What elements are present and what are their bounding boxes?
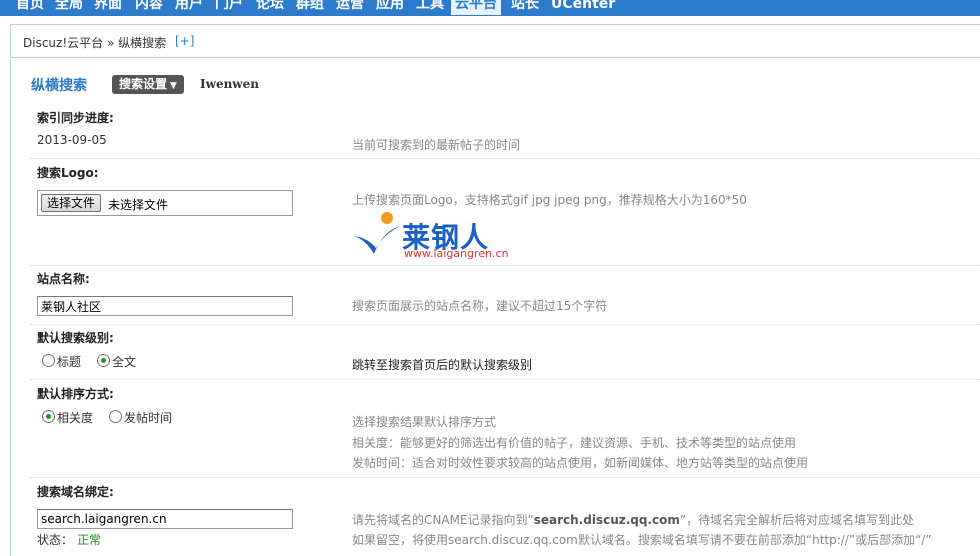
domain-tip-1-post: ”，待域名完全解析后将对应域名填写到此处 xyxy=(679,513,915,527)
page-title[interactable]: 纵横搜索 xyxy=(31,75,87,95)
nav-tab-ucenter[interactable]: UCenter xyxy=(547,0,619,15)
breadcrumb: Discuz!云平台 » 纵横搜索 xyxy=(23,36,167,50)
sort-label: 默认排序方式: xyxy=(37,387,114,401)
search-level-radio-group: 标题 全文 xyxy=(42,353,342,370)
nav-tab-global[interactable]: 全局 xyxy=(51,0,87,15)
domain-tip-1-host: search.discuz.qq.com xyxy=(533,513,680,527)
logo-label: 搜索Logo: xyxy=(37,166,99,180)
site-name-tip: 搜索页面展示的站点名称，建议不超过15个字符 xyxy=(352,299,608,313)
file-status: 未选择文件 xyxy=(108,198,169,212)
search-level-tip: 跳转至搜索首页后的默认搜索级别 xyxy=(352,358,533,372)
sort-tip-2: 相关度：能够更好的筛选出有价值的帖子，建议资源、手机、技术等类型的站点使用 xyxy=(352,436,797,450)
search-level-title-label[interactable]: 标题 xyxy=(57,353,81,370)
sort-time-label[interactable]: 发帖时间 xyxy=(124,409,172,426)
nav-tab-forum[interactable]: 论坛 xyxy=(252,0,288,15)
nav-tab-cloud[interactable]: 云平台 xyxy=(451,0,501,15)
settings-menu-label: 搜索设置 xyxy=(119,77,168,91)
progress-tip: 当前可搜索到的最新帖子的时间 xyxy=(352,138,521,152)
divider xyxy=(30,158,980,159)
sort-relevance-radio[interactable] xyxy=(42,410,55,423)
logo-tip: 上传搜索页面Logo，支持格式gif jpg jpeg png，推荐规格大小为1… xyxy=(352,193,747,207)
domain-input[interactable] xyxy=(37,509,293,529)
add-shortcut-link[interactable]: [+] xyxy=(175,34,194,48)
site-name-label: 站点名称: xyxy=(37,272,90,286)
progress-value: 2013-09-05 xyxy=(37,133,107,147)
sort-tip-1: 选择搜索结果默认排序方式 xyxy=(352,415,497,429)
domain-label: 搜索域名绑定: xyxy=(37,485,114,499)
top-nav: 首页 全局 界面 内容 用户 门户 论坛 群组 运营 应用 工具 云平台 站长 … xyxy=(0,0,980,16)
logo-mark-icon xyxy=(354,212,400,254)
nav-tab-home[interactable]: 首页 xyxy=(12,0,48,15)
site-logo-preview: 莱钢人 www.laigangren.cn xyxy=(352,210,522,260)
breadcrumb-bar: Discuz!云平台 » 纵横搜索 [+] xyxy=(10,24,980,58)
choose-file-button[interactable]: 选择文件 xyxy=(41,194,102,212)
search-level-title-radio[interactable] xyxy=(42,354,55,367)
nav-tab-webmaster[interactable]: 站长 xyxy=(507,0,543,15)
domain-tip-1: 请先将域名的CNAME记录指向到“search.discuz.qq.com”，待… xyxy=(352,511,914,528)
nav-tab-tools[interactable]: 工具 xyxy=(412,0,448,15)
sort-tip-3: 发帖时间：适合对时效性要求较高的站点使用，如新闻媒体、地方站等类型的站点使用 xyxy=(352,456,809,470)
domain-tip-2: 如果留空，将使用search.discuz.qq.com默认域名。搜索域名填写请… xyxy=(352,533,932,547)
search-level-label: 默认搜索级别: xyxy=(37,331,114,345)
divider xyxy=(30,265,980,266)
domain-status-value: 正常 xyxy=(77,533,102,547)
divider xyxy=(30,324,980,325)
divider xyxy=(30,477,980,478)
sort-radio-group: 相关度 发帖时间 xyxy=(42,409,342,426)
nav-tab-apps[interactable]: 应用 xyxy=(372,0,408,15)
nav-tab-operation[interactable]: 运营 xyxy=(332,0,368,15)
domain-status-label: 状态： xyxy=(37,533,74,547)
search-level-fulltext-label[interactable]: 全文 xyxy=(112,353,136,370)
logo-file-input[interactable]: 选择文件 未选择文件 xyxy=(37,190,293,216)
site-name-input[interactable] xyxy=(37,296,293,316)
settings-menu-button[interactable]: 搜索设置 ▼ xyxy=(112,75,184,94)
logo-url: www.laigangren.cn xyxy=(404,247,509,260)
nav-tab-interface[interactable]: 界面 xyxy=(90,0,126,15)
nav-tab-portal[interactable]: 门户 xyxy=(211,0,247,15)
nav-tab-content[interactable]: 内容 xyxy=(131,0,167,15)
progress-label: 索引同步进度: xyxy=(37,111,114,125)
iwenwen-link[interactable]: Iwenwen xyxy=(200,77,259,91)
nav-tab-users[interactable]: 用户 xyxy=(171,0,207,15)
divider xyxy=(30,379,980,380)
domain-tip-1-pre: 请先将域名的CNAME记录指向到“ xyxy=(352,513,534,527)
search-level-fulltext-radio[interactable] xyxy=(97,354,110,367)
sort-time-radio[interactable] xyxy=(109,410,122,423)
sort-relevance-label[interactable]: 相关度 xyxy=(57,409,93,426)
nav-tab-group[interactable]: 群组 xyxy=(292,0,328,15)
triangle-down-icon: ▼ xyxy=(170,81,177,91)
